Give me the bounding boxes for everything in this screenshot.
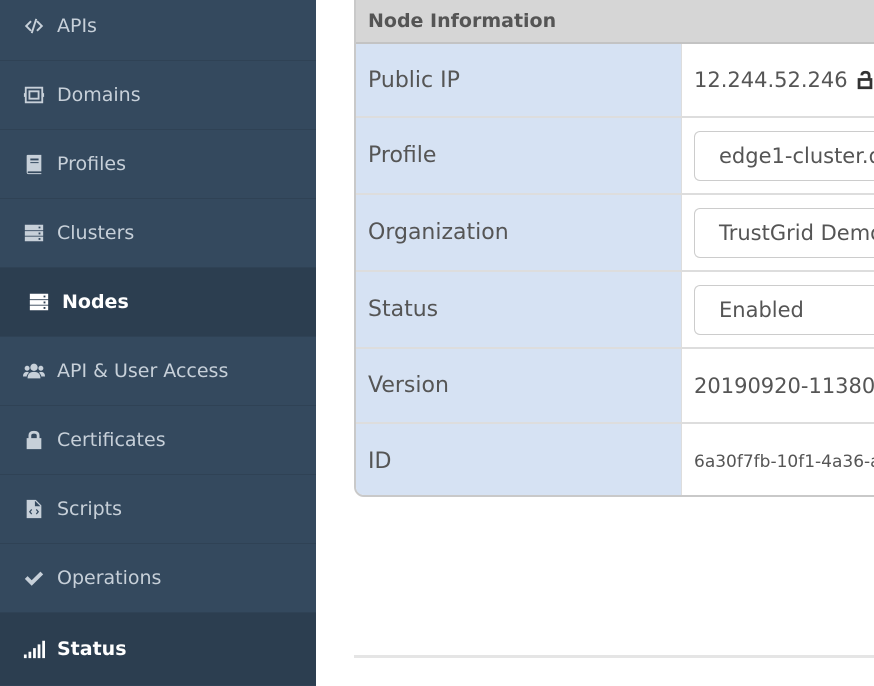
sidebar-item-label: Profiles bbox=[57, 153, 126, 175]
sidebar-item-clusters[interactable]: Clusters bbox=[0, 199, 316, 268]
signal-icon bbox=[23, 638, 45, 660]
profile-cell: edge1-cluster.de bbox=[682, 118, 874, 193]
sidebar-item-domains[interactable]: Domains bbox=[0, 61, 316, 130]
version-value: 20190920-113803 bbox=[694, 373, 874, 398]
sidebar-item-label: Scripts bbox=[57, 498, 123, 520]
row-label: Status bbox=[356, 272, 682, 347]
panel-title: Node Information bbox=[356, 0, 874, 44]
code-icon bbox=[23, 15, 45, 37]
profile-select[interactable]: edge1-cluster.de bbox=[694, 130, 874, 181]
node-information-panel: Node Information Public IP 12.244.52.246… bbox=[354, 0, 874, 497]
file-code-icon bbox=[23, 498, 45, 520]
sidebar-item-label: Operations bbox=[57, 567, 162, 589]
public-ip-value: 12.244.52.246 bbox=[682, 44, 874, 116]
sidebar-item-label: Domains bbox=[57, 84, 141, 106]
server-icon bbox=[28, 291, 50, 313]
domain-icon bbox=[23, 84, 45, 106]
sidebar: APIs Domains Profiles Clusters Nodes API… bbox=[0, 0, 316, 686]
row-label: Profile bbox=[356, 118, 682, 193]
lock-icon bbox=[23, 429, 45, 451]
sidebar-item-label: APIs bbox=[57, 15, 97, 37]
row-label: Organization bbox=[356, 195, 682, 270]
sidebar-item-profiles[interactable]: Profiles bbox=[0, 130, 316, 199]
status-cell: Enabled bbox=[682, 272, 874, 347]
row-label: Version bbox=[356, 349, 682, 422]
sidebar-item-label: API & User Access bbox=[57, 360, 229, 382]
book-icon bbox=[23, 153, 45, 175]
sidebar-item-label: Status bbox=[57, 638, 127, 660]
sidebar-item-api-user-access[interactable]: API & User Access bbox=[0, 337, 316, 406]
sidebar-item-label: Certificates bbox=[57, 429, 166, 451]
table-row: Organization TrustGrid Demo bbox=[356, 195, 874, 272]
section-divider bbox=[354, 655, 874, 658]
table-row: Public IP 12.244.52.246 bbox=[356, 44, 874, 118]
sidebar-item-scripts[interactable]: Scripts bbox=[0, 475, 316, 544]
table-row: Profile edge1-cluster.de bbox=[356, 118, 874, 195]
sidebar-item-certificates[interactable]: Certificates bbox=[0, 406, 316, 475]
check-icon bbox=[23, 567, 45, 589]
unlock-icon[interactable] bbox=[854, 69, 874, 91]
sidebar-item-operations[interactable]: Operations bbox=[0, 544, 316, 613]
organization-select[interactable]: TrustGrid Demo bbox=[694, 207, 874, 258]
sidebar-item-label: Nodes bbox=[62, 291, 129, 313]
table-row: Version 20190920-113803 bbox=[356, 349, 874, 424]
row-label: ID bbox=[356, 424, 682, 495]
sidebar-item-nodes[interactable]: Nodes bbox=[0, 268, 316, 337]
sidebar-item-label: Clusters bbox=[57, 222, 135, 244]
organization-cell: TrustGrid Demo bbox=[682, 195, 874, 270]
users-icon bbox=[23, 360, 45, 382]
sidebar-item-apis[interactable]: APIs bbox=[0, 0, 316, 61]
id-value: 6a30f7fb-10f1-4a36-a bbox=[694, 451, 874, 472]
table-row: Status Enabled bbox=[356, 272, 874, 349]
row-label: Public IP bbox=[356, 44, 682, 116]
row-value: 12.244.52.246 bbox=[694, 68, 848, 92]
sidebar-item-status[interactable]: Status bbox=[0, 613, 316, 686]
server-icon bbox=[23, 222, 45, 244]
table-row: ID 6a30f7fb-10f1-4a36-a bbox=[356, 424, 874, 495]
status-select[interactable]: Enabled bbox=[694, 284, 874, 335]
